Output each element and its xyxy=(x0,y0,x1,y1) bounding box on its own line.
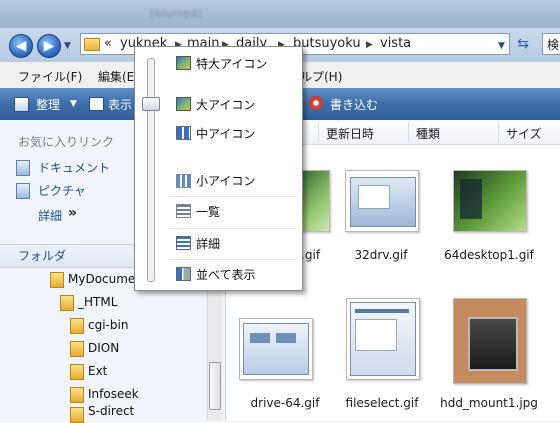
view-option-list[interactable]: 一覧 xyxy=(196,203,220,220)
file-thumbnail[interactable] xyxy=(345,170,419,232)
medium-icons-icon xyxy=(176,126,191,140)
address-dropdown-icon[interactable]: ▼ xyxy=(498,41,505,51)
organize-button[interactable]: 整理 xyxy=(36,96,60,113)
file-thumbnail[interactable] xyxy=(453,298,527,384)
view-option-tiles[interactable]: 並べて表示 xyxy=(196,266,256,283)
crumb-separator-icon[interactable]: ▶ xyxy=(366,40,373,50)
column-type[interactable]: 種類 xyxy=(416,125,440,142)
column-divider[interactable] xyxy=(318,122,319,142)
file-name[interactable]: hdd_mount1.jpg xyxy=(434,396,544,410)
folders-header[interactable]: フォルダ xyxy=(18,247,66,264)
more-chevron-icon[interactable]: » xyxy=(68,205,77,221)
organize-icon xyxy=(14,97,29,112)
details-icon xyxy=(176,236,191,250)
view-option-details[interactable]: 詳細 xyxy=(196,235,220,252)
tree-item-mydocuments[interactable]: MyDocume xyxy=(68,272,135,286)
search-input[interactable]: 検 xyxy=(542,33,560,55)
tree-item-dion[interactable]: DION xyxy=(88,341,119,355)
file-name[interactable]: 64desktop1.gif xyxy=(434,248,544,262)
tree-item-html[interactable]: _HTML xyxy=(78,295,117,309)
back-button[interactable]: ◀ xyxy=(9,34,33,58)
menu-file[interactable]: ファイル(F) xyxy=(18,68,82,85)
menu-separator xyxy=(168,228,296,229)
column-modified[interactable]: 更新日時 xyxy=(326,125,374,142)
tree-item-ext[interactable]: Ext xyxy=(88,364,107,378)
file-thumbnail[interactable] xyxy=(239,318,313,380)
column-size[interactable]: サイズ xyxy=(506,125,542,142)
crumb-vista[interactable]: vista xyxy=(380,36,411,51)
file-name[interactable]: drive-64.gif xyxy=(230,396,340,410)
recent-pages-dropdown-icon[interactable]: ▼ xyxy=(64,41,71,51)
menu-help[interactable]: ルプ(H) xyxy=(300,68,342,85)
favorites-more-link[interactable]: 詳細 xyxy=(38,207,62,224)
favorite-link-documents[interactable]: ドキュメント xyxy=(38,159,110,176)
folder-icon xyxy=(84,38,100,51)
folder-icon xyxy=(70,364,84,380)
menu-separator xyxy=(168,196,296,197)
favorites-header: お気に入りリンク xyxy=(18,135,115,149)
forward-arrow-icon: ▶ xyxy=(43,38,55,54)
file-thumbnail[interactable] xyxy=(346,298,420,380)
list-icon xyxy=(176,204,191,218)
back-arrow-icon: ◀ xyxy=(15,38,27,54)
view-icon xyxy=(89,97,104,111)
file-name[interactable]: 32drv.gif xyxy=(326,248,436,262)
view-button[interactable]: 表示 xyxy=(108,96,132,113)
pictures-icon xyxy=(16,183,30,199)
documents-icon xyxy=(16,160,30,176)
folder-icon xyxy=(70,318,84,334)
folder-icon xyxy=(70,341,84,357)
folder-icon xyxy=(50,272,64,288)
folder-icon xyxy=(60,295,74,311)
title-text: (blurred) xyxy=(150,7,203,20)
folder-icon xyxy=(70,387,84,403)
menu-edit[interactable]: 編集(E xyxy=(98,68,134,85)
extra-large-icons-icon xyxy=(176,56,191,70)
title-bar xyxy=(0,0,560,28)
view-option-small[interactable]: 小アイコン xyxy=(196,172,255,189)
tree-item-cgi-bin[interactable]: cgi-bin xyxy=(88,318,128,332)
favorite-link-pictures[interactable]: ピクチャ xyxy=(38,182,86,199)
view-option-large[interactable]: 大アイコン xyxy=(196,96,255,113)
crumb-butsuyoku[interactable]: butsuyoku xyxy=(293,36,361,51)
folder-scrollbar-thumb[interactable] xyxy=(209,362,221,410)
view-size-slider[interactable] xyxy=(147,58,155,282)
tiles-icon xyxy=(176,267,191,281)
organize-dropdown-icon[interactable]: ▼ xyxy=(70,99,77,109)
tree-item-infoseek[interactable]: Infoseek xyxy=(88,387,139,401)
file-thumbnail[interactable] xyxy=(453,170,527,232)
folder-icon xyxy=(70,407,84,423)
menu-separator xyxy=(168,259,296,260)
burn-disc-icon xyxy=(309,96,323,110)
view-option-extra-large[interactable]: 特大アイコン xyxy=(196,55,267,72)
large-icons-icon xyxy=(176,97,191,111)
small-icons-icon xyxy=(176,174,191,188)
column-divider[interactable] xyxy=(498,122,499,142)
burn-button[interactable]: 書き込む xyxy=(330,96,378,113)
view-size-slider-knob[interactable] xyxy=(142,97,160,111)
address-overflow[interactable]: « xyxy=(104,36,112,51)
file-name[interactable]: fileselect.gif xyxy=(327,396,437,410)
view-option-medium[interactable]: 中アイコン xyxy=(196,125,255,142)
column-divider[interactable] xyxy=(408,122,409,142)
refresh-icon[interactable]: ⇆ xyxy=(512,35,534,53)
view-menu-popup xyxy=(134,46,303,291)
tree-item-s-direct[interactable]: S-direct xyxy=(88,404,134,418)
forward-button[interactable]: ▶ xyxy=(37,34,61,58)
